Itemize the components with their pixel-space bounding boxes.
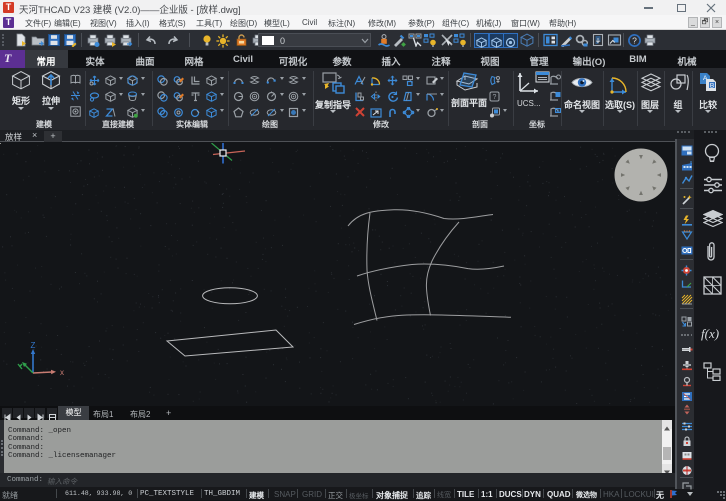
svg-text:?: ? [493,94,497,101]
svg-text:?: ? [632,36,637,46]
svg-text:B: B [710,83,714,90]
svg-text:Z: Z [31,341,36,350]
svg-text:x: x [60,368,64,377]
